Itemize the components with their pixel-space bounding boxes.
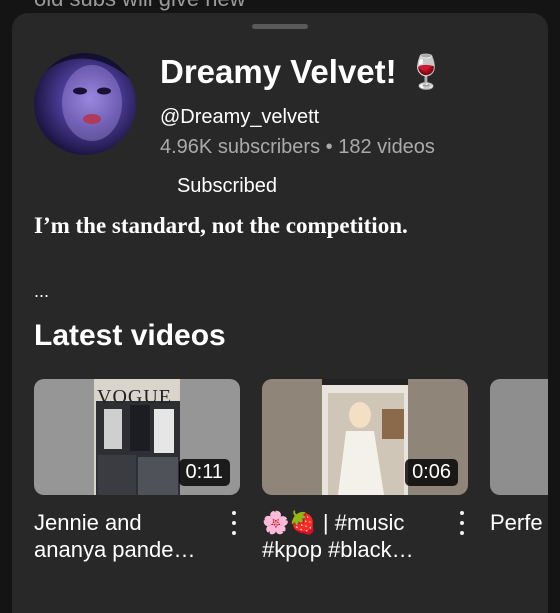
sheet-drag-handle[interactable] xyxy=(252,24,308,29)
video-title[interactable]: 🌸🍓 | #music #kpop #black… xyxy=(262,509,447,563)
video-duration: 0:06 xyxy=(405,459,458,486)
channel-handle: @Dreamy_velvett xyxy=(160,106,320,128)
video-title[interactable]: Perfe isn't i xyxy=(490,509,548,536)
channel-description: I’m the standard, not the competition. xyxy=(34,213,408,238)
video-duration: 0:11 xyxy=(178,459,230,486)
subscribed-button[interactable]: Subscribed xyxy=(160,171,294,201)
video-thumbnail[interactable] xyxy=(490,379,548,495)
more-vertical-icon[interactable] xyxy=(455,511,469,535)
more-vertical-icon[interactable] xyxy=(227,511,241,535)
description-more[interactable]: ... xyxy=(34,281,49,302)
latest-videos-heading: Latest videos xyxy=(34,319,226,352)
channel-avatar[interactable] xyxy=(34,53,136,155)
video-thumbnail[interactable]: VOGUE 0:11 xyxy=(34,379,240,495)
channel-stats: 4.96K subscribers • 182 videos xyxy=(160,136,435,158)
video-title[interactable]: Jennie and ananya pande… xyxy=(34,509,219,563)
background-post-text: old subs will give new xyxy=(34,0,246,12)
channel-bottom-sheet: Dreamy Velvet! 🍷 @Dreamy_velvett 4.96K s… xyxy=(12,13,548,613)
vogue-logo: VOGUE xyxy=(97,386,172,408)
channel-name: Dreamy Velvet! 🍷 xyxy=(160,53,447,90)
video-thumbnail[interactable]: 0:06 xyxy=(262,379,468,495)
